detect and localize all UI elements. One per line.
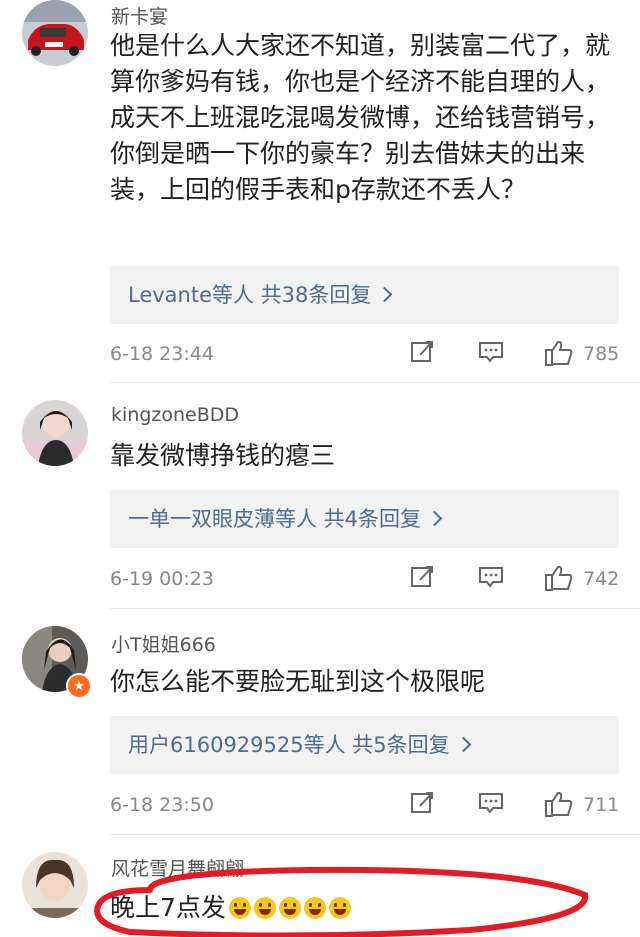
like-count: 711 <box>583 794 620 816</box>
comment-item: 新卡宴 他是什么人大家还不知道，别装富二代了，就算你爹妈有钱，你也是个经济不能自… <box>0 0 640 383</box>
repost-icon[interactable] <box>410 790 436 820</box>
timestamp: 6-18 23:44 <box>110 343 214 365</box>
like-count: 785 <box>583 343 620 365</box>
reply-summary-text: 用户6160929525等人 共5条回复 <box>128 733 450 757</box>
chevron-right-icon <box>455 736 471 753</box>
username[interactable]: 小T姐姐666 <box>111 630 216 657</box>
avatar-car-photo <box>22 0 88 66</box>
thumbs-up-icon[interactable] <box>544 564 574 594</box>
comment-text: 他是什么人大家还不知道，别装富二代了，就算你爹妈有钱，你也是个经济不能自理的人，… <box>110 31 611 204</box>
reply-summary-box[interactable]: 一单一双眼皮薄等人 共4条回复 <box>110 490 619 548</box>
thumbs-up-icon[interactable] <box>544 339 574 369</box>
comment-meta: 6-19 00:23 742 <box>110 564 620 594</box>
comment-icon[interactable] <box>478 790 504 820</box>
reply-summary-text: Levante等人 共38条回复 <box>128 283 372 307</box>
timestamp: 6-19 00:23 <box>110 568 214 590</box>
username[interactable]: kingzoneBDD <box>111 404 239 426</box>
comment-text: 你怎么能不要脸无耻到这个极限呢 <box>110 667 486 696</box>
grinning-emoji <box>328 897 351 919</box>
chevron-right-icon <box>377 286 393 303</box>
comment-meta: 6-18 23:44 785 <box>110 339 620 369</box>
grinning-emoji <box>228 897 251 919</box>
vip-badge-icon: ★ <box>66 673 92 699</box>
chevron-right-icon <box>426 510 443 527</box>
username[interactable]: 风花雪月舞翩翩 <box>111 854 244 881</box>
divider <box>110 608 640 609</box>
avatar[interactable] <box>22 852 88 918</box>
like-count: 742 <box>583 568 620 590</box>
divider <box>110 382 640 383</box>
comment-text: 晚上7点发 <box>110 890 620 926</box>
divider <box>110 834 640 835</box>
grinning-emoji <box>253 897 276 919</box>
thumbs-up-icon[interactable] <box>544 790 574 820</box>
username[interactable]: 新卡宴 <box>111 2 168 29</box>
comment-text-content: 晚上7点发 <box>110 893 226 922</box>
reply-summary-box[interactable]: 用户6160929525等人 共5条回复 <box>110 716 619 774</box>
comment-icon[interactable] <box>478 339 504 369</box>
avatar-person-photo <box>22 400 88 466</box>
avatar-person-photo <box>22 852 88 918</box>
timestamp: 6-18 23:50 <box>110 794 214 816</box>
comment-text: 靠发微博挣钱的瘪三 <box>110 441 336 470</box>
repost-icon[interactable] <box>410 339 436 369</box>
grinning-emoji <box>278 897 301 919</box>
reply-summary-box[interactable]: Levante等人 共38条回复 <box>110 266 619 324</box>
comment-icon[interactable] <box>478 564 504 594</box>
avatar[interactable] <box>22 400 88 466</box>
reply-summary-text: 一单一双眼皮薄等人 共4条回复 <box>128 507 422 531</box>
avatar[interactable] <box>22 0 88 66</box>
grinning-emoji <box>303 897 326 919</box>
repost-icon[interactable] <box>410 564 436 594</box>
comment-meta: 6-18 23:50 711 <box>110 790 620 820</box>
